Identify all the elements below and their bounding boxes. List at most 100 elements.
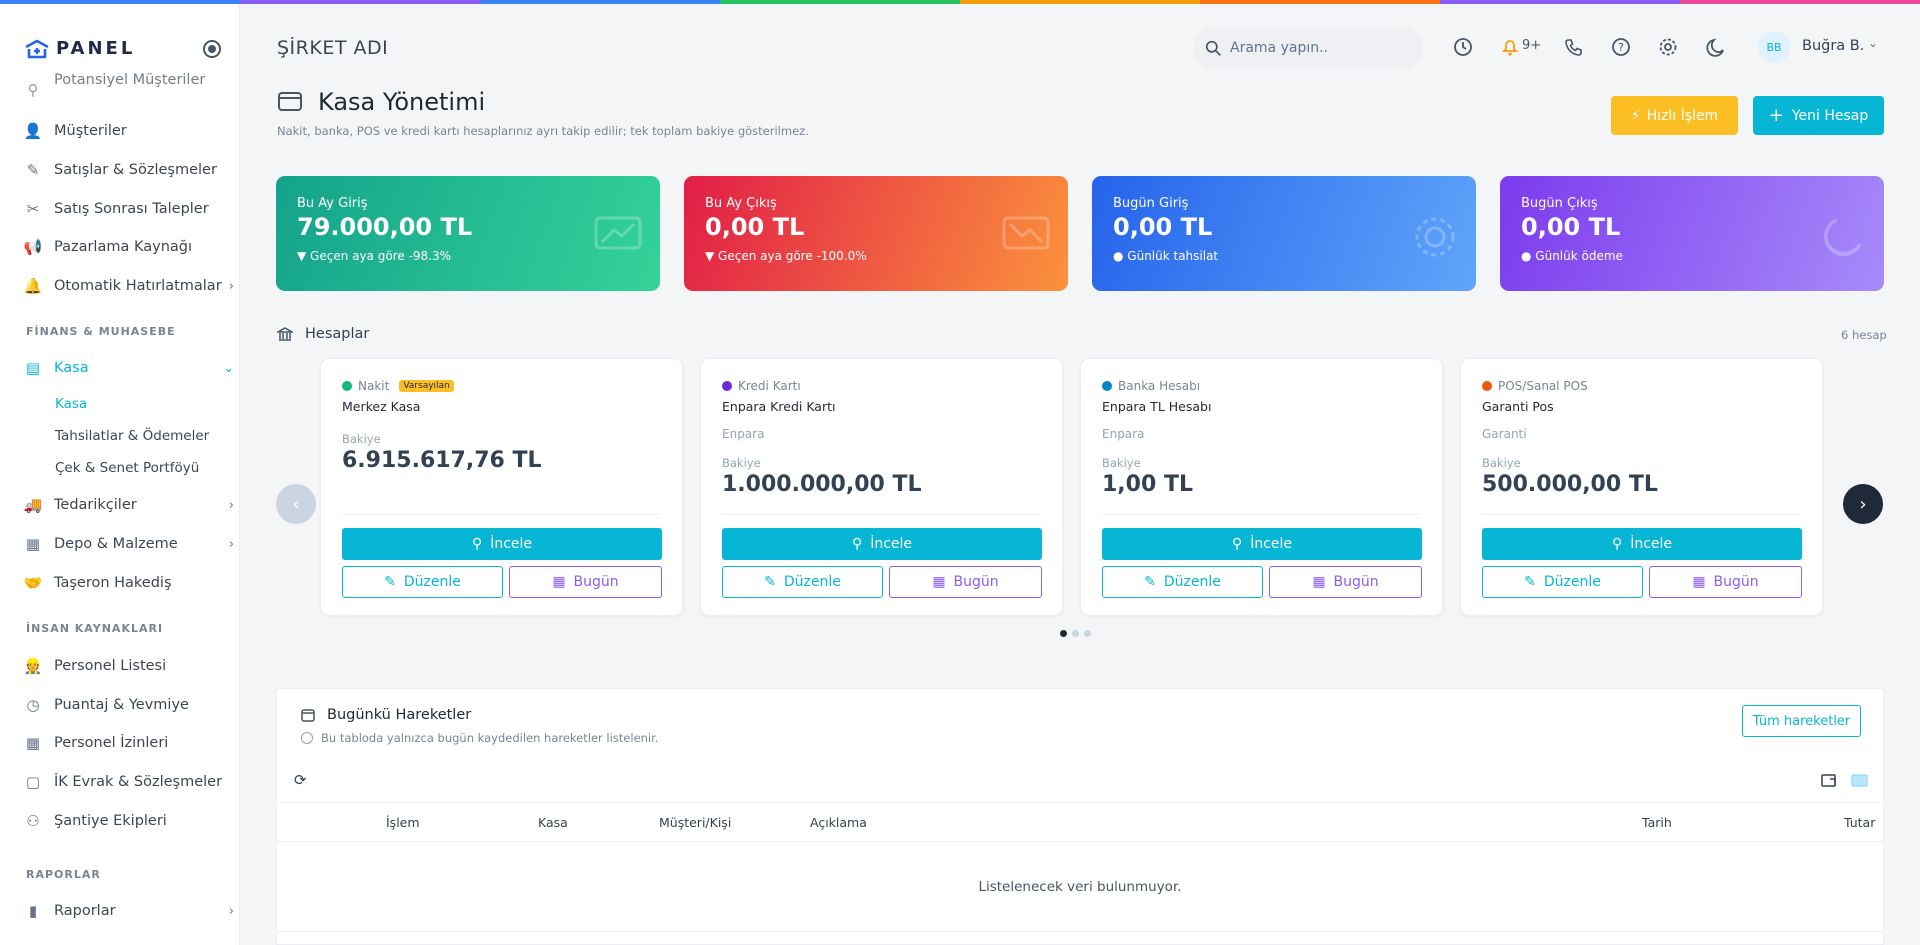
all-movements-button[interactable]: Tüm hareketler — [1742, 705, 1861, 737]
edit-button[interactable]: ✎ Düzenle — [1102, 566, 1263, 598]
account-type: Banka Hesabı — [1102, 379, 1200, 393]
document-icon: ▢ — [25, 773, 41, 791]
today-note: Bu tabloda yalnızca bugün kaydedilen har… — [301, 731, 658, 745]
divider — [722, 514, 1041, 515]
sidebar-item-after-sales[interactable]: ✂ Satış Sonrası Talepler — [24, 195, 234, 223]
pencil-icon: ✎ — [1524, 574, 1536, 590]
help-icon[interactable]: ? — [1610, 36, 1632, 58]
col-amount[interactable]: Tutar — [1844, 815, 1875, 830]
color-segment — [1440, 0, 1680, 4]
today-button[interactable]: ▦ Bugün — [1269, 566, 1422, 598]
account-balance: 1,00 TL — [1102, 472, 1193, 497]
carousel-dot[interactable] — [1084, 630, 1091, 637]
sidebar-item-attendance[interactable]: ◷ Puantaj & Yevmiye — [24, 691, 234, 719]
cash-register-icon: ▤ — [25, 359, 41, 377]
edit-button[interactable]: ✎ Düzenle — [1482, 566, 1643, 598]
search-input[interactable] — [1230, 40, 1410, 56]
sidebar-item-leaves[interactable]: ▦ Personel İzinleri — [24, 729, 234, 757]
color-segment — [1200, 0, 1440, 4]
account-type-label: Nakit — [358, 379, 390, 393]
sidebar-item-hr-documents[interactable]: ▢ İK Evrak & Sözleşmeler — [24, 768, 234, 796]
today-label: Bugün — [573, 574, 619, 590]
col-islem[interactable]: İşlem — [386, 815, 420, 830]
sidebar-item-label: Depo & Malzeme — [54, 536, 178, 552]
today-button[interactable]: ▦ Bugün — [509, 566, 662, 598]
quick-action-label: Hızlı İşlem — [1646, 107, 1719, 124]
sidebar-item-reports[interactable]: ▮ Raporlar › — [24, 897, 234, 925]
quick-action-button[interactable]: ⚡ Hızlı İşlem — [1611, 96, 1738, 135]
carousel-dot[interactable] — [1072, 630, 1079, 637]
stat-label: Bu Ay Çıkış — [705, 196, 777, 211]
carousel-prev-button[interactable]: ‹ — [276, 484, 316, 524]
stat-card: Bugün Giriş 0,00 TL ● Günlük tahsilat — [1092, 176, 1476, 291]
edit-button[interactable]: ✎ Düzenle — [342, 566, 503, 598]
new-account-button[interactable]: + Yeni Hesap — [1753, 96, 1884, 135]
col-date[interactable]: Tarih — [1642, 815, 1672, 830]
bank-icon — [277, 327, 293, 341]
today-button[interactable]: ▦ Bugün — [889, 566, 1042, 598]
sidebar-item-warehouse[interactable]: ▦ Depo & Malzeme › — [24, 530, 234, 558]
today-button[interactable]: ▦ Bugün — [1649, 566, 1802, 598]
sidebar-item-suppliers[interactable]: 🚚 Tedarikçiler › — [24, 491, 234, 519]
edit-label: Düzenle — [1543, 574, 1601, 590]
new-account-label: Yeni Hesap — [1791, 107, 1869, 124]
carousel-dot[interactable] — [1060, 630, 1067, 637]
moon-icon[interactable] — [1705, 36, 1727, 58]
sidebar-item-potential-customers[interactable]: ⚲ Potansiyel Müşteriler — [24, 72, 234, 104]
chevron-right-icon: › — [228, 497, 234, 513]
sidebar-item-kasa[interactable]: ▤ Kasa ⌄ — [24, 354, 234, 382]
inspect-label: İncele — [1630, 536, 1673, 552]
bell-icon[interactable] — [1499, 36, 1521, 58]
inspect-button[interactable]: ⚲ İncele — [342, 528, 662, 560]
sidebar-item-reminders[interactable]: 🔔 Otomatik Hatırlatmalar › — [24, 272, 234, 300]
inspect-button[interactable]: ⚲ İncele — [722, 528, 1042, 560]
search-box[interactable] — [1193, 27, 1423, 69]
sidebar-item-site-teams[interactable]: ⚇ Şantiye Ekipleri — [24, 807, 234, 835]
inspect-button[interactable]: ⚲ İncele — [1482, 528, 1802, 560]
sidebar-toggle-icon[interactable] — [203, 40, 221, 58]
account-type-label: Banka Hesabı — [1118, 379, 1201, 393]
today-label: Bugün — [953, 574, 999, 590]
avatar[interactable]: BB — [1758, 31, 1790, 63]
chevron-down-icon[interactable]: ⌄ — [1868, 36, 1878, 50]
sidebar-item-customers[interactable]: 👤 Müşteriler — [24, 117, 234, 145]
divider — [342, 514, 661, 515]
logo[interactable]: PANEL — [24, 38, 135, 59]
clock-icon: ◷ — [26, 696, 40, 714]
plus-icon: + — [1768, 105, 1784, 126]
sidebar-item-staff-list[interactable]: 👷 Personel Listesi — [24, 652, 234, 680]
carousel-indicators[interactable] — [1060, 630, 1091, 637]
chevron-down-icon: ⌄ — [223, 360, 234, 376]
section-hr: İNSAN KAYNAKLARI — [26, 622, 164, 635]
edit-button[interactable]: ✎ Düzenle — [722, 566, 883, 598]
sidebar-item-marketing[interactable]: 📢 Pazarlama Kaynağı — [24, 233, 234, 261]
sidebar-sub-kasa[interactable]: Kasa — [55, 396, 87, 412]
account-name: Garanti Pos — [1482, 399, 1554, 414]
col-description[interactable]: Açıklama — [810, 815, 867, 830]
inspect-button[interactable]: ⚲ İncele — [1102, 528, 1422, 560]
chevron-right-icon: › — [228, 536, 234, 552]
sidebar-sub-collections[interactable]: Tahsilatlar & Ödemeler — [55, 428, 209, 444]
col-kasa[interactable]: Kasa — [538, 815, 568, 830]
page-subtitle: Nakit, banka, POS ve kredi kartı hesapla… — [277, 124, 809, 138]
col-customer[interactable]: Müşteri/Kişi — [659, 815, 731, 830]
columns-icon[interactable] — [1821, 773, 1837, 792]
gear-icon[interactable] — [1657, 36, 1679, 58]
sidebar-sub-checks[interactable]: Çek & Senet Portföyü — [55, 460, 199, 476]
sidebar-item-label: Potansiyel Müşteriler — [54, 72, 206, 88]
phone-icon[interactable] — [1563, 36, 1585, 58]
balance-label: Bakiye — [1102, 456, 1141, 470]
history-icon[interactable] — [1452, 36, 1474, 58]
sidebar-item-label: Puantaj & Yevmiye — [54, 697, 189, 713]
status-dot — [1482, 381, 1492, 391]
user-name[interactable]: Buğra B. — [1802, 38, 1864, 54]
section-finance: FİNANS & MUHASEBE — [26, 325, 176, 338]
sidebar-item-sales[interactable]: ✎ Satışlar & Sözleşmeler — [24, 156, 234, 184]
stat-card: Bugün Çıkış 0,00 TL ● Günlük ödeme — [1500, 176, 1884, 291]
export-icon[interactable] — [1851, 773, 1869, 792]
refresh-icon[interactable]: ⟳ — [294, 771, 307, 789]
carousel-next-button[interactable]: › — [1843, 484, 1883, 524]
today-title: Bugünkü Hareketler — [301, 707, 471, 723]
sidebar-item-subcontractor[interactable]: 🤝 Taşeron Hakediş — [24, 569, 234, 597]
color-segment — [480, 0, 720, 4]
